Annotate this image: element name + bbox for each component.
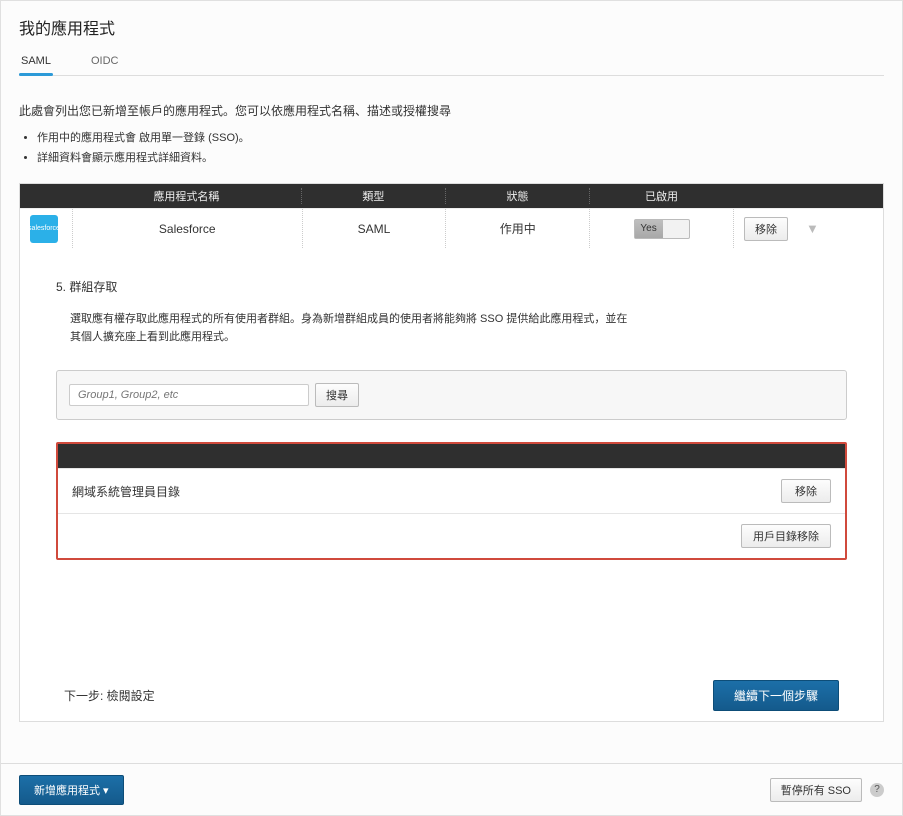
tab-oidc[interactable]: OIDC bbox=[89, 49, 121, 75]
group-access-table: 網域系統管理員目錄 移除 用戶目錄移除 bbox=[56, 442, 847, 560]
group-search-input[interactable] bbox=[69, 384, 309, 406]
app-table: 應用程式名稱 類型 狀態 已啟用 salesforce Salesforce S… bbox=[19, 183, 884, 722]
pause-all-sso-button[interactable]: 暫停所有 SSO bbox=[770, 778, 862, 802]
group-search-box: 搜尋 bbox=[56, 370, 847, 420]
bottom-bar: 新增應用程式 ▾ 暫停所有 SSO ? bbox=[1, 763, 902, 815]
th-app-name: 應用程式名稱 bbox=[72, 188, 301, 204]
group-row-label: 網域系統管理員目錄 bbox=[72, 483, 180, 500]
step-description: 選取應有權存取此應用程式的所有使用者群組。身為新增群組成員的使用者將能夠將 SS… bbox=[70, 311, 630, 346]
app-type-cell: SAML bbox=[302, 209, 446, 248]
enabled-toggle[interactable]: Yes bbox=[634, 219, 690, 239]
toggle-yes-label: Yes bbox=[635, 220, 663, 238]
group-table-header bbox=[58, 444, 845, 468]
tab-saml[interactable]: SAML bbox=[19, 49, 53, 75]
intro-bullet-1: 作用中的應用程式會 啟用單一登錄 (SSO)。 bbox=[37, 129, 884, 145]
tabs-bar: SAML OIDC bbox=[19, 49, 884, 76]
salesforce-icon: salesforce bbox=[30, 215, 58, 243]
intro-bullet-2: 詳細資料會顯示應用程式詳細資料。 bbox=[37, 149, 884, 165]
search-button[interactable]: 搜尋 bbox=[315, 383, 359, 407]
chevron-down-icon[interactable]: ▼ bbox=[806, 221, 819, 236]
add-app-button[interactable]: 新增應用程式 ▾ bbox=[19, 775, 124, 805]
step-number: 5. bbox=[56, 280, 66, 294]
group-row: 網域系統管理員目錄 移除 bbox=[58, 468, 845, 513]
help-icon[interactable]: ? bbox=[870, 783, 884, 797]
app-row[interactable]: salesforce Salesforce SAML 作用中 Yes 移除 ▼ bbox=[20, 208, 883, 248]
th-enabled: 已啟用 bbox=[589, 188, 733, 204]
next-step-label: 下一步: 檢閱設定 bbox=[64, 687, 155, 704]
th-status: 狀態 bbox=[445, 188, 589, 204]
app-status-cell: 作用中 bbox=[445, 209, 589, 248]
page-title: 我的應用程式 bbox=[19, 15, 884, 39]
remove-button[interactable]: 移除 bbox=[744, 217, 788, 241]
step-title-text: 群組存取 bbox=[69, 280, 117, 294]
user-directory-remove-button[interactable]: 用戶目錄移除 bbox=[741, 524, 831, 548]
group-remove-button[interactable]: 移除 bbox=[781, 479, 831, 503]
intro-line: 此處會列出您已新增至帳戶的應用程式。您可以依應用程式名稱、描述或授權搜尋 bbox=[19, 102, 884, 119]
app-name-cell: Salesforce bbox=[72, 209, 302, 248]
continue-next-step-button[interactable]: 繼續下一個步驟 bbox=[713, 680, 839, 711]
intro-text: 此處會列出您已新增至帳戶的應用程式。您可以依應用程式名稱、描述或授權搜尋 作用中… bbox=[19, 102, 884, 165]
th-type: 類型 bbox=[301, 188, 445, 204]
group-row: 用戶目錄移除 bbox=[58, 513, 845, 558]
step-title: 5. 群組存取 bbox=[56, 278, 847, 295]
